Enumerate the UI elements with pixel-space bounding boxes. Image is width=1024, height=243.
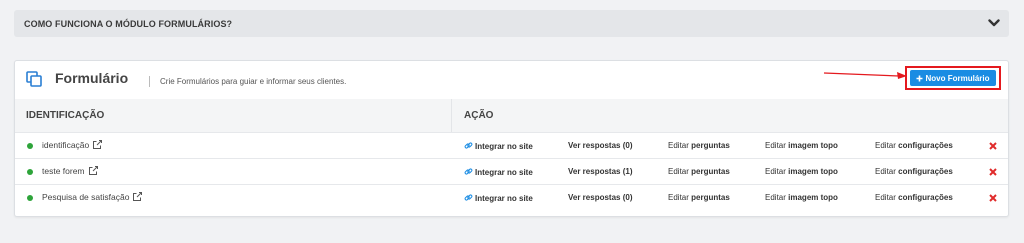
edit-settings-link[interactable]: Editar configurações — [875, 193, 953, 202]
link-icon — [464, 194, 473, 201]
status-dot — [27, 195, 33, 201]
view-responses-link[interactable]: Ver respostas (0) — [568, 141, 632, 150]
panel-header: Formulário Crie Formulários para guiar e… — [15, 61, 1008, 98]
column-header-identificacao: IDENTIFICAÇÃO — [26, 110, 105, 121]
divider — [149, 76, 150, 87]
status-dot — [27, 143, 33, 149]
edit-top-image-link[interactable]: Editar imagem topo — [765, 141, 838, 150]
page-subtitle: Crie Formulários para guiar e informar s… — [160, 77, 347, 86]
faq-title: COMO FUNCIONA O MÓDULO FORMULÁRIOS? — [24, 18, 233, 29]
highlight-box: Novo Formulário — [905, 66, 1001, 90]
table-header: IDENTIFICAÇÃO AÇÃO — [15, 99, 1008, 132]
chevron-down-icon[interactable] — [988, 18, 1000, 28]
view-responses-link[interactable]: Ver respostas (0) — [568, 193, 632, 202]
new-form-label: Novo Formulário — [925, 73, 990, 83]
annotation-arrow — [823, 72, 907, 79]
status-dot — [27, 169, 33, 175]
integrate-link[interactable]: Integrar no site — [464, 193, 533, 203]
faq-accordion[interactable]: COMO FUNCIONA O MÓDULO FORMULÁRIOS? — [14, 10, 1009, 37]
table-row: identificação Integrar no site Ver respo… — [15, 132, 1008, 158]
external-link-icon[interactable] — [133, 192, 143, 201]
column-header-acao: AÇÃO — [464, 110, 494, 121]
new-form-button[interactable]: Novo Formulário — [910, 70, 996, 86]
close-icon[interactable] — [989, 194, 997, 202]
column-divider — [451, 99, 452, 132]
form-name[interactable]: Pesquisa de satisfação — [42, 192, 143, 202]
edit-questions-link[interactable]: Editar perguntas — [668, 141, 730, 150]
integrate-link[interactable]: Integrar no site — [464, 167, 533, 177]
edit-settings-link[interactable]: Editar configurações — [875, 141, 953, 150]
edit-questions-link[interactable]: Editar perguntas — [668, 167, 730, 176]
edit-questions-link[interactable]: Editar perguntas — [668, 193, 730, 202]
form-name[interactable]: teste forem — [42, 166, 98, 176]
view-responses-link[interactable]: Ver respostas (1) — [568, 167, 632, 176]
link-icon — [464, 142, 473, 149]
link-icon — [464, 168, 473, 175]
page-title: Formulário — [55, 70, 129, 86]
edit-settings-link[interactable]: Editar configurações — [875, 167, 953, 176]
forms-panel: Formulário Crie Formulários para guiar e… — [14, 60, 1009, 217]
table-row: Pesquisa de satisfação Integrar no site … — [15, 184, 1008, 210]
edit-top-image-link[interactable]: Editar imagem topo — [765, 193, 838, 202]
integrate-link[interactable]: Integrar no site — [464, 141, 533, 151]
plus-icon — [916, 75, 923, 81]
edit-top-image-link[interactable]: Editar imagem topo — [765, 167, 838, 176]
close-icon[interactable] — [989, 142, 997, 150]
table-row: teste forem Integrar no site Ver respost… — [15, 158, 1008, 184]
form-name[interactable]: identificação — [42, 140, 103, 150]
close-icon[interactable] — [989, 168, 997, 176]
external-link-icon[interactable] — [93, 140, 103, 149]
copy-icon — [26, 71, 42, 87]
external-link-icon[interactable] — [88, 166, 98, 175]
